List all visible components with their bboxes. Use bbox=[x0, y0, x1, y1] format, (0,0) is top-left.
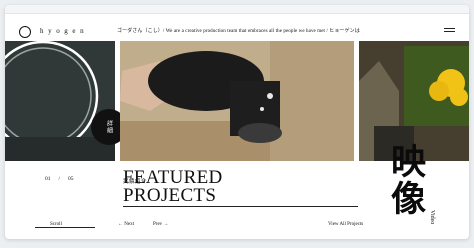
pagination-total: 05 bbox=[68, 176, 74, 182]
category-char-2: 像 bbox=[391, 180, 427, 219]
view-all-link[interactable]: View All Projects bbox=[328, 222, 363, 227]
logo-circle-icon[interactable] bbox=[19, 26, 31, 38]
detail-button-label: 詳細 bbox=[105, 120, 112, 134]
divider-left bbox=[35, 227, 95, 228]
section-title-line2: PROJECTS bbox=[123, 185, 217, 206]
browser-frame: hyogen ゴーダさん（こし）/ We are a creative prod… bbox=[5, 5, 469, 239]
next-label: Next bbox=[124, 222, 134, 227]
header-ticker: ゴーダさん（こし）/ We are a creative production … bbox=[117, 29, 360, 34]
prev-button[interactable]: Prev → bbox=[153, 222, 168, 227]
scroll-indicator[interactable]: Scroll bbox=[50, 222, 62, 227]
next-button[interactable]: ← Next bbox=[118, 222, 134, 227]
project-image-2[interactable] bbox=[120, 41, 354, 161]
pagination-sep: / bbox=[58, 176, 61, 182]
cup-photo-icon bbox=[120, 41, 354, 161]
logo-text[interactable]: hyogen bbox=[40, 27, 88, 35]
abstract-graphic-icon bbox=[5, 41, 115, 161]
project-image-1[interactable] bbox=[5, 41, 115, 161]
prev-label: Prev bbox=[153, 222, 163, 227]
pagination-current: 01 bbox=[45, 176, 51, 182]
arrow-left-icon: ← bbox=[118, 222, 123, 227]
category-char-1: 映 bbox=[391, 143, 427, 182]
section-title: FEATURED PROJECTS bbox=[123, 168, 223, 206]
category-label: Video bbox=[429, 210, 435, 225]
arrow-right-icon: → bbox=[163, 222, 169, 227]
pagination: 01 / 05 bbox=[45, 176, 82, 182]
category-heading: 映 像 bbox=[391, 144, 426, 218]
divider-right bbox=[123, 206, 358, 207]
hamburger-menu-icon[interactable] bbox=[444, 28, 455, 34]
